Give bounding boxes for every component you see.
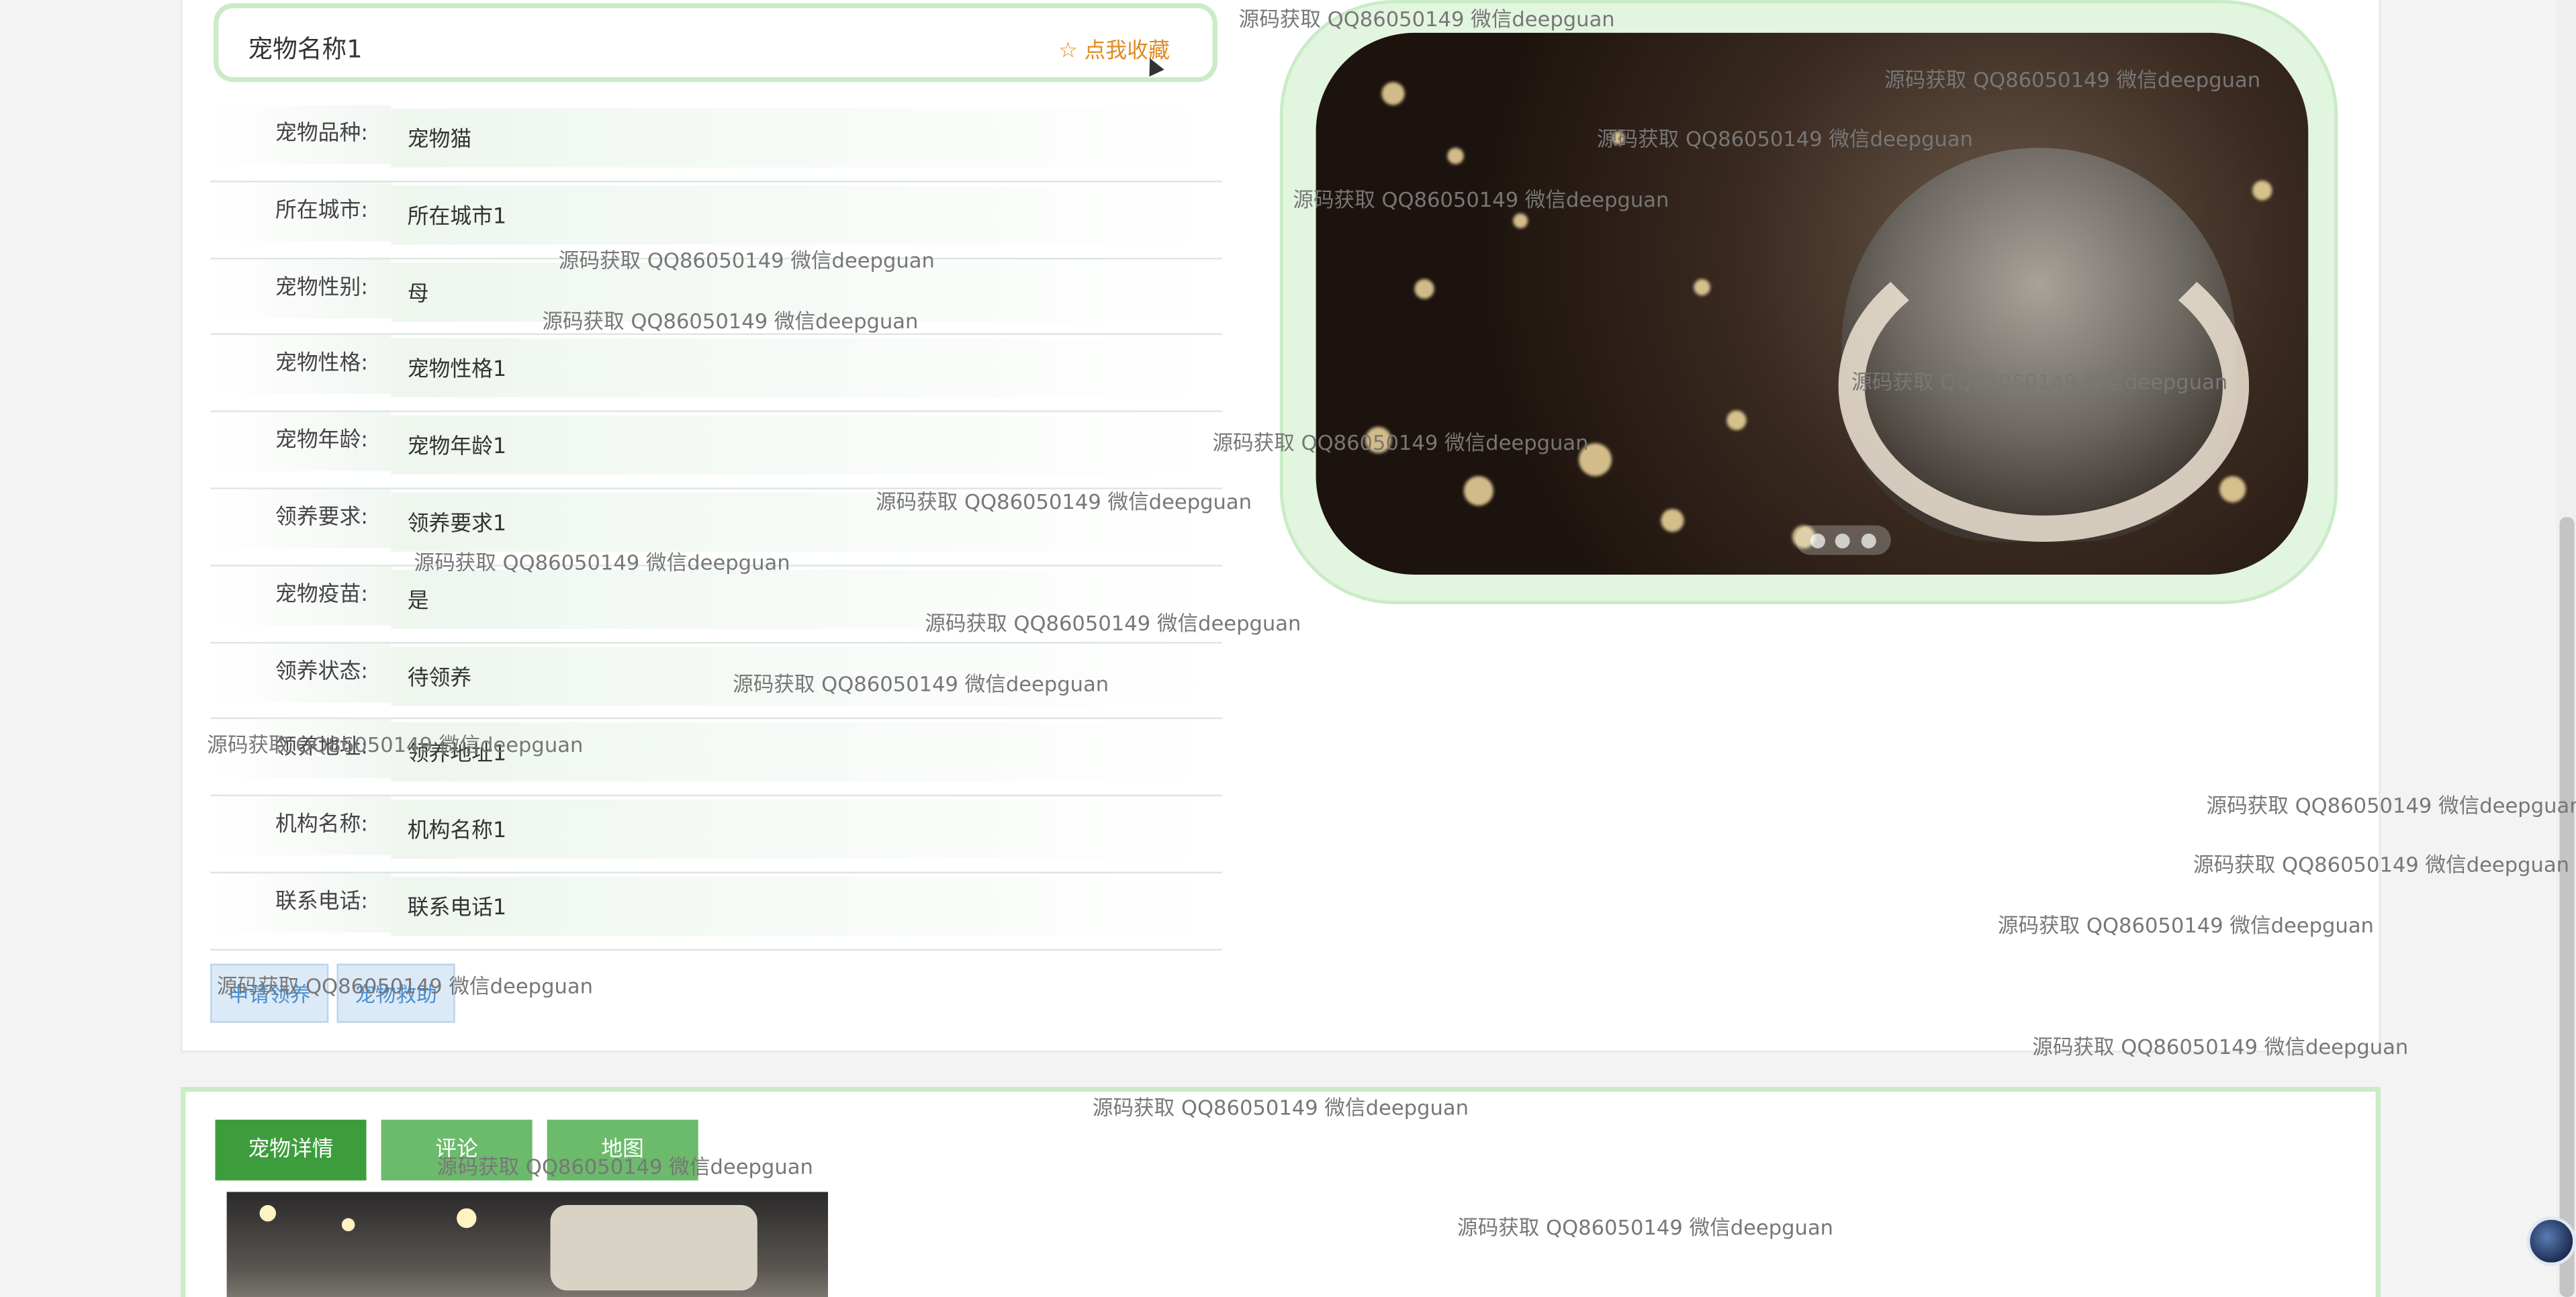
detail-value: 宠物性格1	[391, 338, 1223, 398]
bokeh-light	[1661, 509, 1684, 532]
detail-label: 宠物性格:	[210, 335, 392, 395]
bokeh-light	[1694, 279, 1710, 296]
detail-value: 宠物年龄1	[391, 416, 1223, 475]
detail-row-breed: 宠物品种: 宠物猫	[210, 105, 1223, 182]
bokeh-light	[1365, 426, 1392, 453]
bokeh-light	[1579, 443, 1612, 477]
pet-detail-image	[226, 1192, 828, 1297]
pet-rescue-button[interactable]: 宠物救助	[336, 963, 455, 1023]
detail-row-city: 所在城市: 所在城市1	[210, 181, 1223, 259]
detail-value: 领养要求1	[391, 492, 1223, 552]
detail-row-vaccine: 宠物疫苗: 是	[210, 566, 1223, 643]
detail-row-phone: 联系电话: 联系电话1	[210, 873, 1223, 951]
ceiling-light	[457, 1208, 477, 1229]
pet-carrier	[550, 1205, 757, 1291]
detail-label: 领养地址:	[210, 720, 392, 779]
detail-label: 领养状态:	[210, 642, 392, 702]
pet-name: 宠物名称1	[248, 34, 363, 64]
pet-photo	[1316, 32, 2309, 575]
detail-label: 宠物品种:	[210, 105, 392, 164]
detail-label: 宠物年龄:	[210, 412, 392, 472]
ceiling-light	[259, 1205, 276, 1222]
carousel-dot[interactable]	[1861, 532, 1876, 548]
star-icon: ☆	[1058, 39, 1078, 64]
carousel-dot[interactable]	[1810, 532, 1826, 548]
bokeh-light	[2219, 476, 2246, 503]
bokeh-light	[1414, 279, 1434, 299]
detail-row-adoption-requirements: 领养要求: 领养要求1	[210, 489, 1223, 567]
pet-image-carousel[interactable]	[1279, 0, 2338, 604]
tab-comments[interactable]: 评论	[381, 1119, 533, 1181]
cat-hood	[1838, 230, 2250, 542]
detail-label: 所在城市:	[210, 181, 392, 242]
detail-row-adoption-status: 领养状态: 待领养	[210, 642, 1223, 720]
bokeh-light	[1381, 82, 1405, 105]
page: 宠物名称1 ☆ 点我收藏 宠物品种: 宠物猫 所在城市: 所在城市1 宠物性别: …	[0, 0, 2576, 1297]
detail-label: 宠物性别:	[210, 258, 392, 318]
detail-value: 是	[391, 569, 1223, 629]
detail-label: 联系电话:	[210, 873, 392, 933]
detail-value: 宠物猫	[391, 108, 1223, 168]
pet-title-box: 宠物名称1 ☆ 点我收藏	[214, 3, 1217, 83]
detail-value: 所在城市1	[391, 185, 1223, 244]
detail-row-gender: 宠物性别: 母	[210, 258, 1223, 336]
bokeh-light	[1611, 131, 1625, 145]
detail-label: 领养要求:	[210, 489, 392, 548]
ceiling-light	[341, 1218, 355, 1232]
detail-row-organization: 机构名称: 机构名称1	[210, 796, 1223, 873]
floating-avatar-button[interactable]	[2526, 1216, 2576, 1266]
detail-label: 宠物疫苗:	[210, 566, 392, 626]
scrollbar-thumb[interactable]	[2559, 517, 2575, 1297]
carousel-indicator	[1795, 525, 1891, 555]
detail-label: 机构名称:	[210, 796, 392, 856]
bokeh-light	[1463, 476, 1493, 506]
pet-details-list: 宠物品种: 宠物猫 所在城市: 所在城市1 宠物性别: 母 宠物性格: 宠物性格…	[210, 105, 1223, 951]
detail-row-temperament: 宠物性格: 宠物性格1	[210, 335, 1223, 413]
bokeh-light	[1727, 410, 1747, 430]
detail-value: 母	[391, 262, 1223, 322]
bokeh-light	[2252, 181, 2272, 201]
detail-tabs-card: 宠物详情 评论 地图	[181, 1086, 2381, 1297]
bokeh-light	[1513, 213, 1528, 228]
tab-pet-details[interactable]: 宠物详情	[215, 1119, 367, 1181]
detail-row-adoption-address: 领养地址: 领养地址1	[210, 720, 1223, 797]
detail-value: 待领养	[391, 646, 1223, 706]
bokeh-light	[1447, 148, 1464, 164]
detail-value: 联系电话1	[391, 876, 1223, 936]
tab-map[interactable]: 地图	[547, 1119, 698, 1181]
detail-value: 机构名称1	[391, 800, 1223, 859]
carousel-dot[interactable]	[1835, 532, 1851, 548]
action-buttons: 申请领养 宠物救助	[210, 963, 455, 1023]
apply-adoption-button[interactable]: 申请领养	[210, 963, 329, 1023]
detail-row-age: 宠物年龄: 宠物年龄1	[210, 412, 1223, 489]
detail-value: 领养地址1	[391, 722, 1223, 783]
